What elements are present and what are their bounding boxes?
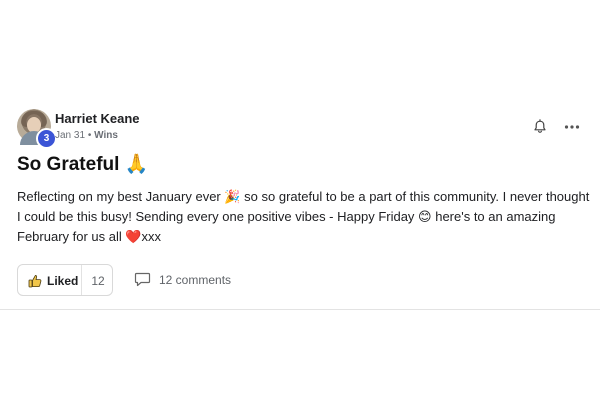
- post-title: So Grateful 🙏: [17, 154, 149, 175]
- level-badge: 3: [36, 128, 57, 149]
- comment-icon: [134, 272, 151, 287]
- post-meta: Jan 31 • Wins: [55, 130, 118, 141]
- bell-icon[interactable]: [532, 119, 548, 135]
- author-name[interactable]: Harriet Keane: [55, 111, 140, 126]
- like-button[interactable]: Liked 12: [17, 264, 113, 296]
- post-divider: [0, 309, 600, 310]
- post-body: Reflecting on my best January ever 🎉 so …: [17, 189, 590, 244]
- more-horizontal-icon[interactable]: [564, 123, 580, 131]
- thumbs-up-icon: [28, 275, 42, 288]
- post-category[interactable]: Wins: [94, 130, 118, 141]
- like-count[interactable]: 12: [84, 274, 112, 288]
- post-card: 3 Harriet Keane Jan 31 • Wins So Gratefu…: [0, 0, 600, 310]
- comments-label: 12 comments: [159, 273, 232, 287]
- like-divider: [81, 265, 82, 295]
- post-date[interactable]: Jan 31: [55, 130, 85, 141]
- meta-separator: •: [87, 130, 92, 141]
- like-label: Liked: [47, 274, 79, 288]
